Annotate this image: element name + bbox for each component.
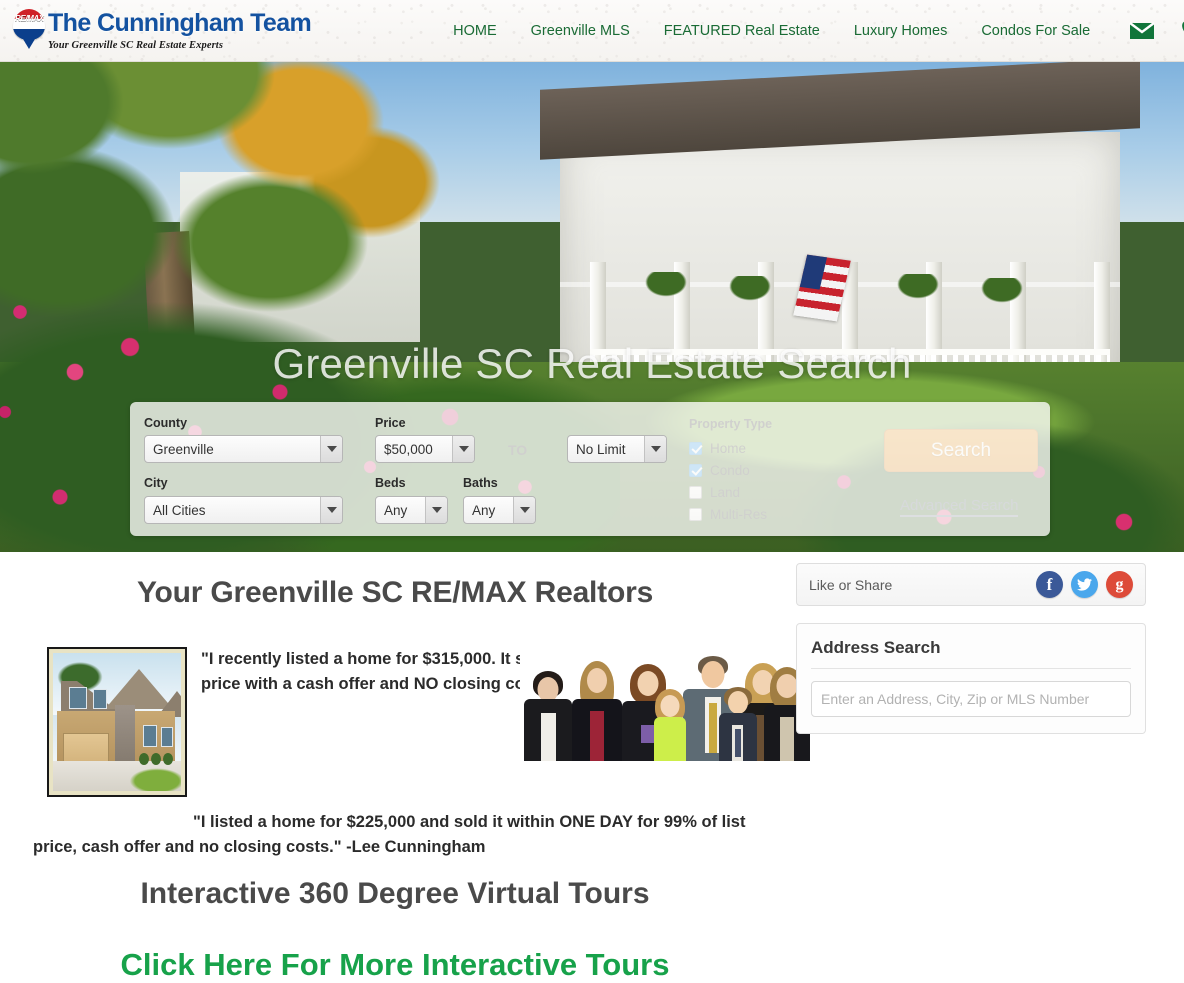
site-header: RE/MAX The Cunningham Team Your Greenvil… [0,0,1184,62]
chevron-down-icon [452,436,474,462]
baths-value: Any [472,502,496,518]
twitter-icon[interactable] [1071,571,1098,598]
price-label: Price [375,416,406,430]
facebook-icon[interactable]: f [1036,571,1063,598]
county-value: Greenville [153,441,214,457]
price-max-value: No Limit [576,441,626,457]
price-max-select[interactable]: No Limit [567,435,667,463]
chevron-down-icon [513,497,535,523]
beds-value: Any [384,502,408,518]
house-thumbnail-image [47,647,187,797]
like-or-share-label: Like or Share [809,576,893,593]
hero-banner: Greenville SC Real Estate Search County … [0,62,1184,552]
beds-select[interactable]: Any [375,496,448,524]
logo-subtitle: Your Greenville SC Real Estate Experts [48,39,224,51]
address-search-title: Address Search [811,638,1131,669]
city-value: All Cities [153,502,206,518]
city-label: City [144,476,168,490]
nav-luxury-homes[interactable]: Luxury Homes [837,23,964,39]
remax-wordmark: RE/MAX [15,13,44,23]
main-content: Your Greenville SC RE/MAX Realtors "I re… [0,552,1184,983]
county-label: County [144,416,188,430]
nav-featured-real-estate[interactable]: FEATURED Real Estate [647,23,837,39]
nav-condos-for-sale[interactable]: Condos For Sale [964,23,1107,39]
price-min-value: $50,000 [384,441,433,457]
tours-heading: Interactive 360 Degree Virtual Tours [140,877,650,910]
nav-home[interactable]: HOME [436,23,514,39]
beds-label: Beds [375,476,406,490]
testimonial-block-2: "I listed a home for $225,000 and sold i… [33,810,753,860]
price-min-select[interactable]: $50,000 [375,435,475,463]
content-column: Your Greenville SC RE/MAX Realtors "I re… [0,552,810,982]
chevron-down-icon [320,436,342,462]
balloon-basket-icon [23,38,35,49]
remax-balloon-icon: RE/MAX [12,8,46,53]
site-logo[interactable]: RE/MAX The Cunningham Team Your Greenvil… [12,7,312,55]
like-or-share-box: Like or Share f g [796,563,1146,606]
email-icon[interactable] [1129,21,1155,41]
header-contact-icons [1129,20,1184,41]
main-navigation: HOME Greenville MLS FEATURED Real Estate… [436,23,1107,39]
testimonial-block-1: "I recently listed a home for $315,000. … [47,647,810,799]
chevron-down-icon [425,497,447,523]
address-search-input[interactable] [811,681,1131,717]
address-search-box: Address Search [796,623,1146,734]
logo-title: The Cunningham Team [48,8,312,37]
interactive-tours-link[interactable]: Click Here For More Interactive Tours [0,947,790,983]
page-title: Your Greenville SC RE/MAX Realtors [136,576,654,609]
google-plus-icon[interactable]: g [1106,571,1133,598]
county-select[interactable]: Greenville [144,435,343,463]
baths-label: Baths [463,476,498,490]
chevron-down-icon [644,436,666,462]
property-search-panel: County Greenville City All Cities Price … [130,402,1050,536]
city-select[interactable]: All Cities [144,496,343,524]
sidebar: Like or Share f g Address Search [796,552,1146,734]
testimonial-text-2-line1: "I listed a home for $225,000 and sold i… [193,813,697,831]
team-photo-image [520,647,810,761]
chevron-down-icon [320,497,342,523]
baths-select[interactable]: Any [463,496,536,524]
nav-greenville-mls[interactable]: Greenville MLS [514,23,647,39]
